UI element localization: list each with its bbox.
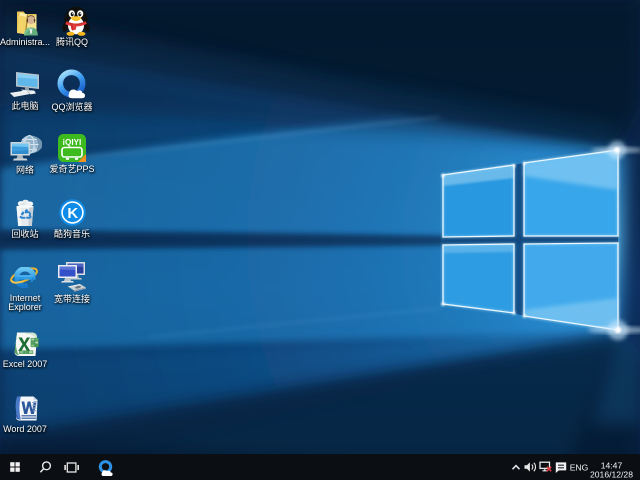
- svg-text:iQIYI: iQIYI: [63, 138, 82, 147]
- svg-text:ENG: ENG: [570, 463, 589, 473]
- svg-text:K: K: [67, 205, 78, 222]
- svg-text:2016/12/28: 2016/12/28: [590, 469, 633, 479]
